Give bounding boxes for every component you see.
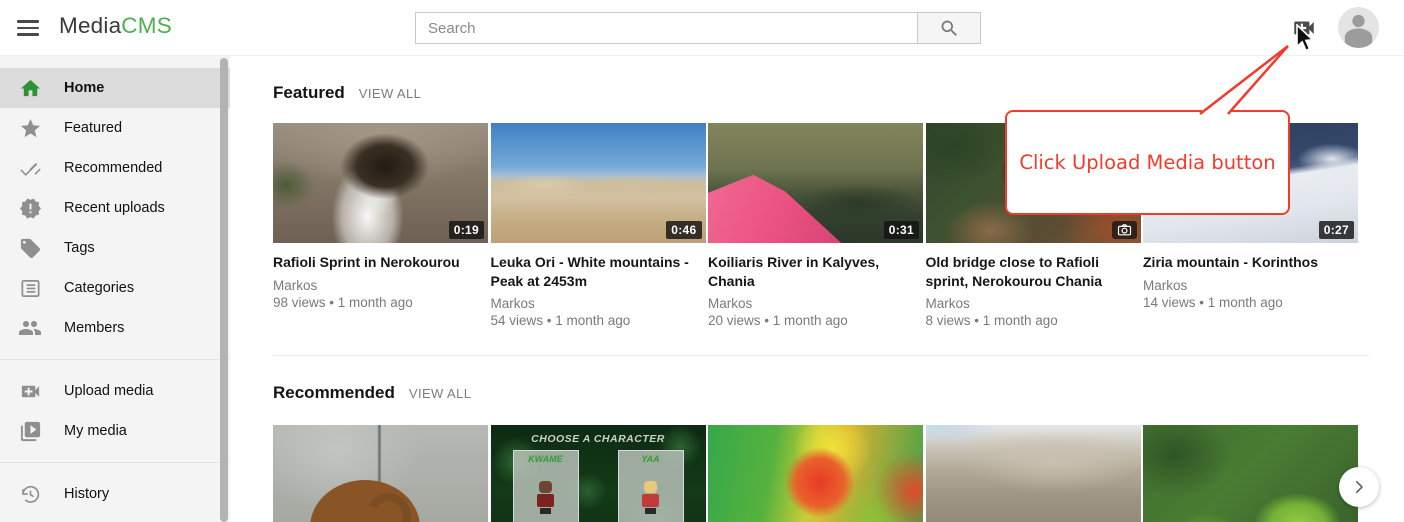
sidebar-item-upload-media[interactable]: Upload media [0, 371, 230, 411]
chevron-right-icon [1350, 478, 1368, 496]
sidebar-item-label: My media [64, 423, 127, 439]
video-call-icon [18, 379, 42, 403]
media-author[interactable]: Markos [1143, 277, 1358, 294]
game-character-panel: KWAME [513, 450, 579, 522]
media-thumbnail[interactable] [708, 425, 923, 522]
sidebar-item-recommended[interactable]: Recommended [0, 148, 230, 188]
sidebar-item-label: History [64, 486, 109, 502]
sidebar-scrollbar[interactable] [220, 58, 228, 522]
search-bar [415, 12, 981, 44]
sidebar-item-label: Featured [64, 120, 122, 136]
game-character-panel: YAA [618, 450, 684, 522]
video-library-icon [18, 419, 42, 443]
media-thumbnail[interactable] [926, 425, 1141, 522]
carousel-next-button[interactable] [1339, 467, 1379, 507]
media-thumbnail[interactable]: 0:31 [708, 123, 923, 243]
media-card[interactable]: 0:19 Rafioli Sprint in Nerokourou Markos… [273, 123, 488, 329]
media-thumbnail[interactable] [273, 425, 488, 522]
kayak-shape [708, 173, 841, 243]
media-author[interactable]: Markos [273, 277, 488, 294]
sidebar-item-my-media[interactable]: My media [0, 411, 230, 451]
person-icon [1338, 7, 1379, 48]
media-author[interactable]: Markos [708, 295, 923, 312]
mouse-cursor-icon [1294, 24, 1318, 54]
people-icon [18, 316, 42, 340]
annotation-callout-tail [1150, 30, 1310, 122]
media-thumbnail[interactable]: 0:19 [273, 123, 488, 243]
featured-view-all-link[interactable]: VIEW ALL [359, 86, 421, 101]
media-thumbnail[interactable]: CHOOSE A CHARACTER KWAME YAA Selected Se… [491, 425, 706, 522]
sidebar-item-tags[interactable]: Tags [0, 228, 230, 268]
game-character-sprite [537, 481, 555, 514]
star-icon [18, 116, 42, 140]
annotation-tooltip: Click Upload Media button [1005, 110, 1290, 215]
media-meta: 14 views • 1 month ago [1143, 294, 1358, 311]
recommended-section-title: Recommended [273, 383, 395, 403]
pumpkin-shape [310, 480, 420, 522]
media-author[interactable]: Markos [491, 295, 706, 312]
mediacms-app: MediaCMS Home Featured Recommended [0, 0, 1404, 522]
home-icon [18, 76, 42, 100]
logo-text-media: Media [59, 13, 121, 38]
game-heading-text: CHOOSE A CHARACTER [491, 433, 706, 445]
search-button[interactable] [917, 12, 981, 44]
media-meta: 8 views • 1 month ago [926, 312, 1141, 329]
game-character-sprite [642, 481, 660, 514]
sidebar-item-label: Categories [64, 280, 134, 296]
annotation-text: Click Upload Media button [1019, 151, 1275, 174]
sidebar-item-label: Recommended [64, 160, 162, 176]
sidebar-item-label: Members [64, 320, 124, 336]
sidebar-divider [0, 462, 230, 463]
hamburger-menu-icon[interactable] [14, 15, 42, 41]
media-title[interactable]: Old bridge close to Rafioli sprint, Nero… [926, 253, 1141, 290]
recommended-view-all-link[interactable]: VIEW ALL [409, 386, 471, 401]
sidebar-item-label: Tags [64, 240, 95, 256]
media-meta: 54 views • 1 month ago [491, 312, 706, 329]
sidebar-divider [0, 359, 230, 360]
tag-icon [18, 236, 42, 260]
sidebar-item-featured[interactable]: Featured [0, 108, 230, 148]
sidebar-item-label: Recent uploads [64, 200, 165, 216]
duration-badge: 0:46 [666, 221, 701, 239]
history-icon [18, 482, 42, 506]
media-card[interactable]: 0:31 Koiliaris River in Kalyves, Chania … [708, 123, 923, 329]
sidebar-item-label: Home [64, 80, 104, 96]
section-divider [273, 355, 1369, 356]
logo-text-cms: CMS [121, 13, 172, 38]
sidebar-item-members[interactable]: Members [0, 308, 230, 348]
sidebar: Home Featured Recommended Recent uploads… [0, 56, 230, 522]
media-title[interactable]: Koiliaris River in Kalyves, Chania [708, 253, 923, 290]
media-thumbnail[interactable] [1143, 425, 1358, 522]
duration-badge: 0:27 [1319, 221, 1354, 239]
recommended-cards-row: CHOOSE A CHARACTER KWAME YAA Selected Se… [273, 425, 1404, 522]
categories-list-icon [18, 276, 42, 300]
media-title[interactable]: Leuka Ori - White mountains - Peak at 24… [491, 253, 706, 290]
search-icon [939, 18, 960, 39]
user-avatar[interactable] [1338, 7, 1379, 48]
media-meta: 98 views • 1 month ago [273, 294, 488, 311]
media-thumbnail[interactable]: 0:46 [491, 123, 706, 243]
sidebar-item-recent-uploads[interactable]: Recent uploads [0, 188, 230, 228]
media-title[interactable]: Ziria mountain - Korinthos [1143, 253, 1358, 272]
sidebar-item-label: Upload media [64, 383, 153, 399]
sidebar-item-home[interactable]: Home [0, 68, 230, 108]
sidebar-item-categories[interactable]: Categories [0, 268, 230, 308]
sidebar-item-history[interactable]: History [0, 474, 230, 514]
media-author[interactable]: Markos [926, 295, 1141, 312]
duration-badge: 0:31 [884, 221, 919, 239]
recommended-section-header: Recommended VIEW ALL [273, 383, 1404, 403]
featured-section-title: Featured [273, 83, 345, 103]
camera-icon [1112, 221, 1137, 239]
app-logo[interactable]: MediaCMS [59, 13, 172, 39]
double-check-icon [18, 156, 42, 180]
media-meta: 20 views • 1 month ago [708, 312, 923, 329]
media-title[interactable]: Rafioli Sprint in Nerokourou [273, 253, 488, 272]
new-releases-icon [18, 196, 42, 220]
search-input[interactable] [415, 12, 917, 44]
media-card[interactable]: 0:46 Leuka Ori - White mountains - Peak … [491, 123, 706, 329]
duration-badge: 0:19 [449, 221, 484, 239]
